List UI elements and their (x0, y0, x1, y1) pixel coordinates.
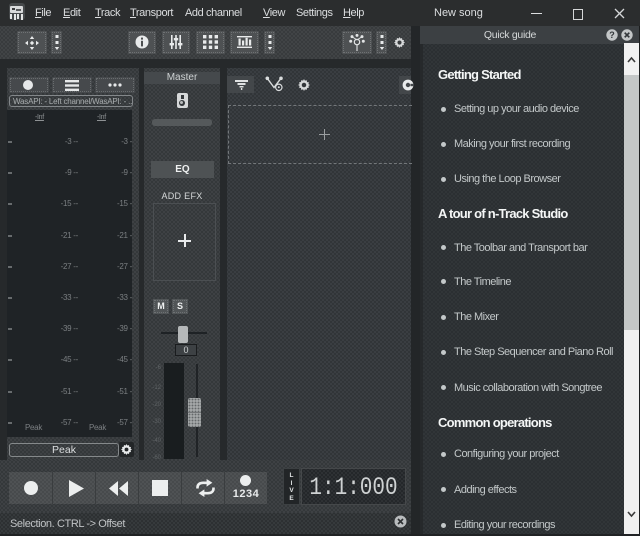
svg-text:?: ? (609, 30, 615, 40)
